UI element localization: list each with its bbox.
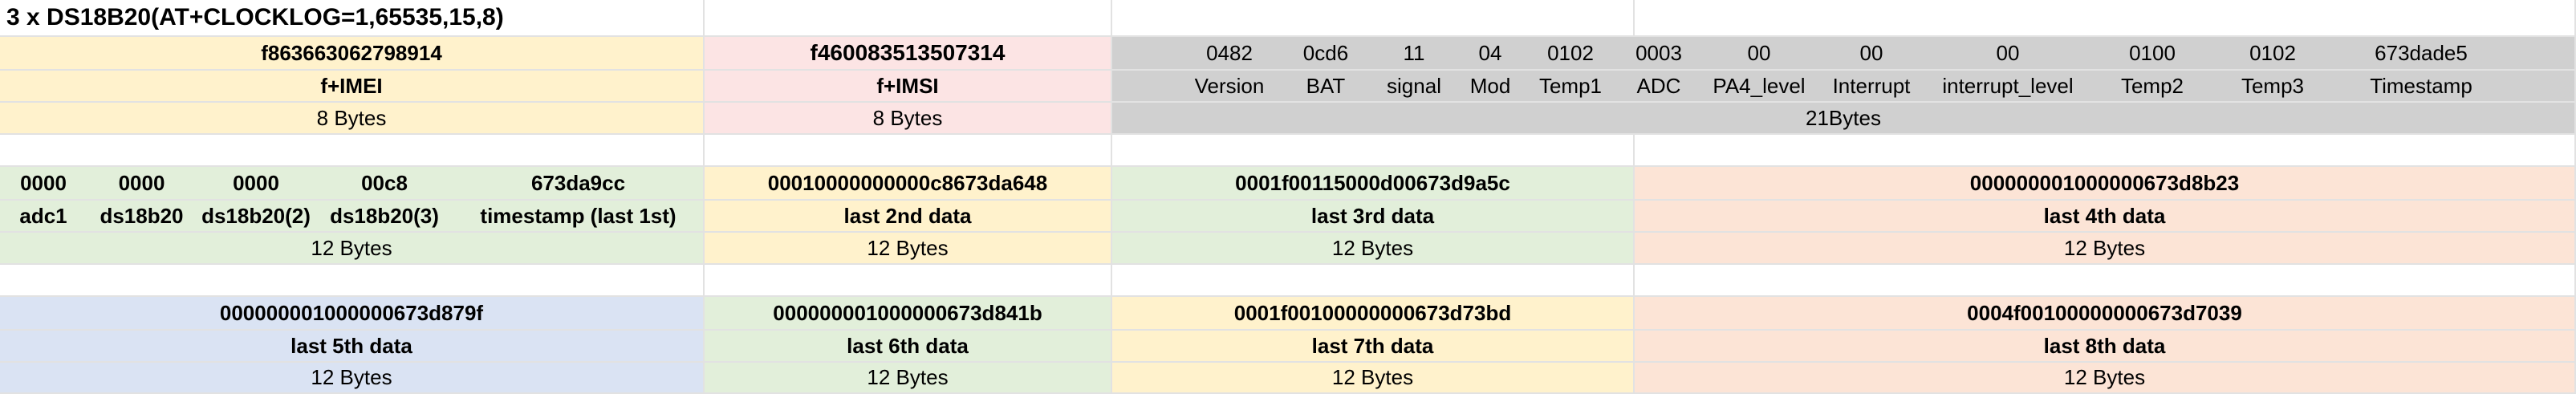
fields-size[interactable]: 21Bytes xyxy=(1112,103,2576,135)
field-value-1: 0cd6 xyxy=(1302,40,1349,65)
fourth-data-size[interactable]: 12 Bytes xyxy=(1635,233,2576,265)
field-label-3: Mod xyxy=(1469,73,1511,98)
sixth-data-label[interactable]: last 6th data xyxy=(705,331,1112,363)
data1-sizes-row: 12 Bytes 12 Bytes 12 Bytes 12 Bytes xyxy=(0,233,2576,265)
field-value-3: 04 xyxy=(1478,40,1502,65)
field-label-2: signal xyxy=(1387,73,1441,98)
data1-labels-row: adc1 ds18b20 ds18b20(2) ds18b20(3) timestamp… xyxy=(0,201,2576,233)
empty-cell[interactable] xyxy=(705,265,1112,297)
field-label-6: PA4_level xyxy=(1713,73,1806,98)
eighth-data-size[interactable]: 12 Bytes xyxy=(1635,363,2576,394)
field-value-11: 673dade5 xyxy=(2375,40,2468,65)
fourth-data-value[interactable]: 000000001000000673d8b23 xyxy=(1635,167,2576,201)
data2-labels-row: last 5th data last 6th data last 7th dat… xyxy=(0,331,2576,363)
field-label-7: Interrupt xyxy=(1832,73,1911,98)
fourth-data-label[interactable]: last 4th data xyxy=(1635,201,2576,233)
data2-values-row: 000000001000000673d879f 0000000010000006… xyxy=(0,297,2576,331)
empty-cell[interactable] xyxy=(1112,135,1635,167)
imei-value[interactable]: f863663062798914 xyxy=(0,37,705,71)
header-labels-row: f+IMEI f+IMSI Version BAT signal Mod Temp1 AD… xyxy=(0,71,2576,103)
third-data-size[interactable]: 12 Bytes xyxy=(1112,233,1635,265)
imei-label[interactable]: f+IMEI xyxy=(0,71,705,103)
second-data-label[interactable]: last 2nd data xyxy=(705,201,1112,233)
fifth-data-value[interactable]: 000000001000000673d879f xyxy=(0,297,705,331)
empty-cell[interactable] xyxy=(1112,0,1635,37)
empty-cell[interactable] xyxy=(1635,135,2576,167)
field-label-11: Timestamp xyxy=(2370,73,2472,98)
seventh-data-size[interactable]: 12 Bytes xyxy=(1112,363,1635,394)
first-data-value-0: 0000 xyxy=(20,170,67,195)
fifth-data-label[interactable]: last 5th data xyxy=(0,331,705,363)
header-sizes-row: 8 Bytes 8 Bytes 21Bytes xyxy=(0,103,2576,135)
eighth-data-label[interactable]: last 8th data xyxy=(1635,331,2576,363)
data2-sizes-row: 12 Bytes 12 Bytes 12 Bytes 12 Bytes xyxy=(0,363,2576,394)
blank-row xyxy=(0,265,2576,297)
first-values-strip: 0000 0000 0000 00c8 673da9cc xyxy=(0,167,703,199)
first-data-label-4: timestamp (last 1st) xyxy=(480,203,677,228)
first-data-value-2: 0000 xyxy=(233,170,279,195)
first-data-value-4: 673da9cc xyxy=(530,170,626,195)
header-values-row: f863663062798914 f460083513507314 0482 0c… xyxy=(0,37,2576,71)
first-data-size[interactable]: 12 Bytes xyxy=(0,233,705,265)
first-data-values[interactable]: 0000 0000 0000 00c8 673da9cc xyxy=(0,167,705,201)
field-value-9: 0100 xyxy=(2129,40,2176,65)
eighth-data-value[interactable]: 0004f00100000000673d7039 xyxy=(1635,297,2576,331)
empty-cell[interactable] xyxy=(1635,265,2576,297)
second-data-value[interactable]: 00010000000000c8673da648 xyxy=(705,167,1112,201)
field-value-4: 0102 xyxy=(1547,40,1594,65)
fields-labels-strip: Version BAT signal Mod Temp1 ADC PA4_level Inte… xyxy=(1177,71,2509,101)
field-value-2: 11 xyxy=(1403,40,1425,65)
sixth-data-value[interactable]: 000000001000000673d841b xyxy=(705,297,1112,331)
field-label-0: Version xyxy=(1194,73,1265,98)
empty-cell[interactable] xyxy=(705,135,1112,167)
imsi-label[interactable]: f+IMSI xyxy=(705,71,1112,103)
field-value-5: 0003 xyxy=(1635,40,1682,65)
seventh-data-value[interactable]: 0001f00100000000673d73bd xyxy=(1112,297,1635,331)
data1-values-row: 0000 0000 0000 00c8 673da9cc 00010000000000c… xyxy=(0,167,2576,201)
fields-values-strip: 0482 0cd6 11 04 0102 0003 00 00 00 0100 0102 673dad… xyxy=(1177,37,2509,69)
fields-values[interactable]: 0482 0cd6 11 04 0102 0003 00 00 00 0100 0102 673dad… xyxy=(1112,37,2576,71)
third-data-value[interactable]: 0001f00115000d00673d9a5c xyxy=(1112,167,1635,201)
empty-cell[interactable] xyxy=(0,135,705,167)
first-data-label-2: ds18b20(2) xyxy=(201,203,311,228)
empty-cell[interactable] xyxy=(1112,265,1635,297)
first-labels-strip: adc1 ds18b20 ds18b20(2) ds18b20(3) timestamp… xyxy=(0,201,703,231)
spreadsheet: 3 x DS18B20(AT+CLOCKLOG=1,65535,15,8) f8… xyxy=(0,0,2576,394)
first-data-label-1: ds18b20 xyxy=(100,203,184,228)
first-data-value-3: 00c8 xyxy=(361,170,408,195)
field-value-8: 00 xyxy=(1996,40,2020,65)
sixth-data-size[interactable]: 12 Bytes xyxy=(705,363,1112,394)
field-label-9: Temp2 xyxy=(2120,73,2184,98)
field-value-0: 0482 xyxy=(1206,40,1253,65)
field-label-10: Temp3 xyxy=(2241,73,2305,98)
second-data-size[interactable]: 12 Bytes xyxy=(705,233,1112,265)
empty-cell[interactable] xyxy=(705,0,1112,37)
imsi-size[interactable]: 8 Bytes xyxy=(705,103,1112,135)
first-data-label-3: ds18b20(3) xyxy=(330,203,439,228)
first-data-labels[interactable]: adc1 ds18b20 ds18b20(2) ds18b20(3) timestamp… xyxy=(0,201,705,233)
imei-size[interactable]: 8 Bytes xyxy=(0,103,705,135)
field-value-6: 00 xyxy=(1747,40,1771,65)
seventh-data-label[interactable]: last 7th data xyxy=(1112,331,1635,363)
field-label-8: interrupt_level xyxy=(1942,73,2074,98)
field-label-5: ADC xyxy=(1636,73,1681,98)
fields-labels[interactable]: Version BAT signal Mod Temp1 ADC PA4_level Inte… xyxy=(1112,71,2576,103)
first-data-value-1: 0000 xyxy=(118,170,165,195)
empty-cell[interactable] xyxy=(1635,0,2576,37)
first-data-label-0: adc1 xyxy=(19,203,67,228)
empty-cell[interactable] xyxy=(0,265,705,297)
fifth-data-size[interactable]: 12 Bytes xyxy=(0,363,705,394)
imsi-value[interactable]: f460083513507314 xyxy=(705,37,1112,71)
blank-row xyxy=(0,135,2576,167)
field-value-10: 0102 xyxy=(2249,40,2296,65)
third-data-label[interactable]: last 3rd data xyxy=(1112,201,1635,233)
title-row: 3 x DS18B20(AT+CLOCKLOG=1,65535,15,8) xyxy=(0,0,2576,37)
field-label-4: Temp1 xyxy=(1538,73,1603,98)
sheet-title[interactable]: 3 x DS18B20(AT+CLOCKLOG=1,65535,15,8) xyxy=(0,0,705,37)
field-value-7: 00 xyxy=(1859,40,1883,65)
field-label-1: BAT xyxy=(1306,73,1346,98)
